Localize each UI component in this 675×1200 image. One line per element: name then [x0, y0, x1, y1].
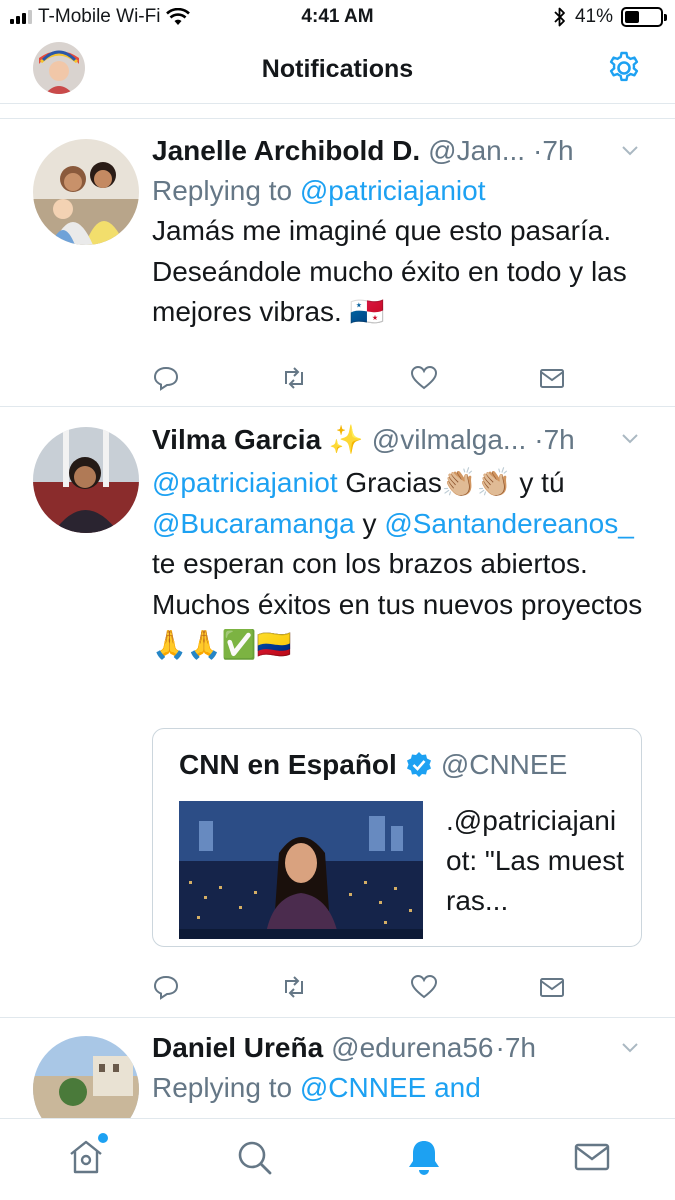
- chevron-down-icon[interactable]: [619, 427, 641, 449]
- reply-mention[interactable]: @patriciajaniot: [300, 175, 486, 206]
- tweet-item[interactable]: Janelle Archibold D. @Jan... ·7h Replyin…: [0, 119, 675, 407]
- new-content-dot: [98, 1133, 108, 1143]
- gear-icon[interactable]: [606, 50, 642, 86]
- status-bar: T-Mobile Wi-Fi 4:41 AM 41%: [0, 0, 675, 36]
- tweet-text: @patriciajaniot Gracias👏🏼👏🏼 y tú @Bucara…: [152, 463, 645, 666]
- tweet-text-part: y: [354, 507, 385, 539]
- home-icon: [70, 1140, 102, 1174]
- tweet-item[interactable]: Daniel Ureña @edurena56 ·7h Replying to …: [0, 1018, 675, 1142]
- chevron-down-icon[interactable]: [619, 1036, 641, 1058]
- mention-link[interactable]: @patriciajaniot: [152, 467, 338, 498]
- tweet-author-name[interactable]: Janelle Archibold D.: [152, 135, 420, 167]
- search-icon: [238, 1141, 272, 1175]
- chevron-down-icon[interactable]: [619, 139, 641, 161]
- quoted-tweet-card[interactable]: CNN en Español @CNNEE .@patriciajaniot: …: [152, 728, 642, 947]
- battery-percent: 41%: [574, 6, 613, 27]
- tweet-item[interactable]: Vilma Garcia ✨ @vilmalga... ·7h @patrici…: [0, 407, 675, 1018]
- tweet-text: Jamás me imaginé que esto pasaría. Deseá…: [152, 215, 627, 327]
- reply-mention[interactable]: @CNNEE and: [300, 1072, 481, 1103]
- quoted-media-thumbnail[interactable]: [179, 801, 423, 939]
- tweet-time: ·7h: [533, 135, 574, 166]
- page-title: Notifications: [261, 55, 414, 83]
- tweet-author-name[interactable]: Daniel Ureña: [152, 1032, 323, 1064]
- tab-search[interactable]: [234, 1137, 274, 1177]
- tweet-text-part: te esperan con los brazos abiertos. Much…: [152, 548, 643, 660]
- heart-icon[interactable]: [410, 364, 438, 392]
- heart-icon[interactable]: [410, 973, 438, 1001]
- bell-icon: [409, 1141, 439, 1175]
- bluetooth-icon: [554, 7, 565, 27]
- reply-prefix: Replying to: [152, 175, 300, 206]
- avatar[interactable]: [33, 139, 139, 245]
- tweet-author-handle[interactable]: @Jan...: [428, 135, 525, 167]
- tab-home[interactable]: [66, 1133, 108, 1177]
- quoted-author-name: CNN en Español: [179, 749, 397, 780]
- tweet-author-handle[interactable]: @vilmalga...: [372, 424, 526, 456]
- reply-icon[interactable]: [152, 973, 180, 1001]
- mail-icon[interactable]: [538, 973, 566, 1001]
- tab-notifications[interactable]: [404, 1137, 444, 1177]
- tweet-actions: [152, 364, 572, 394]
- tab-messages[interactable]: [572, 1137, 612, 1177]
- reply-context: Replying to @CNNEE and: [152, 1068, 645, 1108]
- mail-icon[interactable]: [538, 364, 566, 392]
- reply-icon[interactable]: [152, 364, 180, 392]
- tweet-time: ·7h: [534, 424, 575, 455]
- tweet-actions: [152, 973, 572, 1003]
- tweet-author-name[interactable]: Vilma Garcia ✨: [152, 423, 364, 456]
- mention-link[interactable]: @Santandereanos_: [384, 508, 634, 539]
- reply-context: Replying to @patriciajaniot: [152, 171, 645, 211]
- mention-link[interactable]: @Bucaramanga: [152, 508, 355, 539]
- quoted-tweet-text: .@patriciajaniot: "Las muestras...: [446, 805, 625, 916]
- tweet-time: ·7h: [495, 1032, 536, 1063]
- quoted-author-handle: @CNNEE: [440, 749, 568, 780]
- avatar[interactable]: [33, 427, 139, 533]
- tweet-text-part: Gracias👏🏼👏🏼 y tú: [337, 467, 565, 498]
- bottom-tab-bar: [0, 1118, 675, 1200]
- battery-icon: [621, 7, 667, 27]
- verified-badge-icon: [406, 752, 431, 777]
- top-header: Notifications: [0, 36, 675, 104]
- reply-prefix: Replying to: [152, 1072, 300, 1103]
- mail-icon: [574, 1143, 610, 1171]
- status-right: 41%: [553, 6, 667, 28]
- retweet-icon[interactable]: [280, 364, 308, 392]
- tweet-author-handle[interactable]: @edurena56: [331, 1032, 493, 1064]
- retweet-icon[interactable]: [280, 973, 308, 1001]
